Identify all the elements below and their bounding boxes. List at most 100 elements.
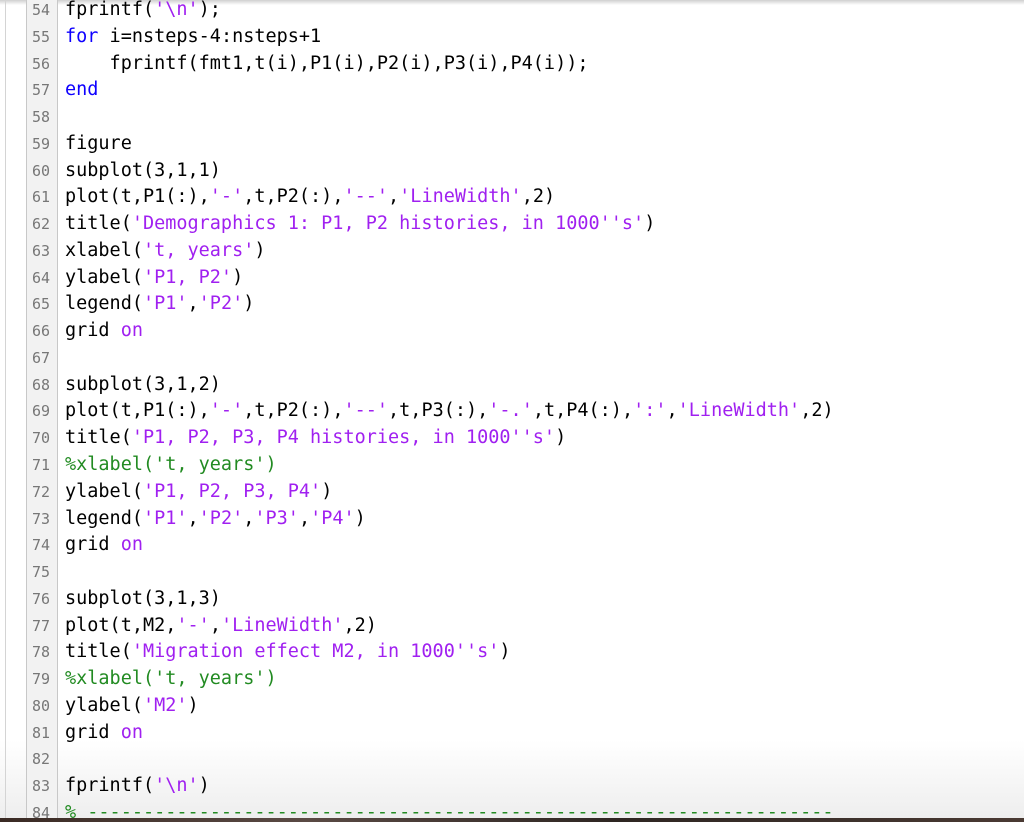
string-token: '-.' [488,400,533,422]
code-line[interactable]: 83 fprintf('\n') [0,773,1024,800]
code-line[interactable]: 63 xlabel('t, years') [0,238,1024,265]
code-line[interactable]: 79 %xlabel('t, years') [0,666,1024,693]
code-text[interactable]: subplot(3,1,2) [65,372,221,399]
code-text[interactable]: ylabel('M2') [65,693,199,720]
line-number: 62 [31,215,50,234]
code-text[interactable]: xlabel('t, years') [65,238,266,265]
code-token: figure [65,132,132,154]
line-number: 64 [31,268,50,287]
code-text[interactable]: grid on [65,532,143,559]
code-text[interactable]: fprintf('\n'); [65,0,221,24]
string-token: '\n' [154,0,199,20]
code-line[interactable]: 75 [0,559,1024,586]
code-token: , [187,293,199,315]
code-text[interactable]: fprintf('\n') [65,773,210,800]
code-token: ylabel( [65,266,143,288]
string-token: 'P3' [254,507,299,529]
code-text[interactable]: % --------------------------------------… [65,800,834,827]
code-token: ylabel( [65,480,143,502]
code-line[interactable]: 56 fprintf(fmt1,t(i),P1(i),P2(i),P3(i),P… [0,51,1024,78]
code-line[interactable]: 82 [0,746,1024,773]
code-token: ylabel( [65,694,143,716]
code-token: ) [644,213,656,235]
code-text[interactable]: for i=nsteps-4:nsteps+1 [65,24,321,51]
code-token: ) [321,480,333,502]
code-line[interactable]: 57 end [0,77,1024,104]
code-line[interactable]: 54 fprintf('\n'); [0,0,1024,24]
string-token: 'P1, P2' [142,266,233,288]
code-line[interactable]: 77 plot(t,M2,'-','LineWidth',2) [0,613,1024,640]
code-line[interactable]: 59 figure [0,131,1024,158]
code-token: grid [65,721,121,743]
code-text[interactable]: legend('P1','P2','P3','P4') [65,506,366,533]
code-token: ,2) [521,186,556,208]
code-token: subplot(3,1,1) [65,159,221,181]
code-text[interactable]: end [65,77,98,104]
code-text[interactable]: subplot(3,1,1) [65,158,221,185]
code-line[interactable]: 55 for i=nsteps-4:nsteps+1 [0,24,1024,51]
code-text[interactable]: subplot(3,1,3) [65,586,221,613]
code-text[interactable]: fprintf(fmt1,t(i),P1(i),P2(i),P3(i),P4(i… [65,51,589,78]
code-line[interactable]: 66 grid on [0,318,1024,345]
code-text[interactable]: plot(t,P1(:),'-',t,P2(:),'--',t,P3(:),'-… [65,398,834,425]
code-lines[interactable]: 54 fprintf('\n'); 55 for i=nsteps-4:nsteps+… [0,0,1024,827]
string-token: 'LineWidth' [220,614,344,636]
code-editor[interactable]: 54 fprintf('\n'); 55 for i=nsteps-4:nsteps+… [0,0,1024,823]
code-token: title( [65,427,132,449]
code-line[interactable]: 84 % ------------------------------------… [0,800,1024,827]
code-token: ) [499,641,511,663]
line-number: 70 [31,429,50,448]
string-token: 'P1, P2, P3, P4' [142,480,322,502]
code-line[interactable]: 68 subplot(3,1,2) [0,372,1024,399]
code-line[interactable]: 78 title('Migration effect M2, in 1000''s… [0,639,1024,666]
code-line[interactable]: 60 subplot(3,1,1) [0,158,1024,185]
code-token: , [187,507,199,529]
code-line[interactable]: 70 title('P1, P2, P3, P4 histories, in 10… [0,425,1024,452]
code-line[interactable]: 80 ylabel('M2') [0,693,1024,720]
code-token: fprintf( [65,0,155,20]
string-token: on [120,721,143,743]
code-line[interactable]: 73 legend('P1','P2','P3','P4') [0,506,1024,533]
code-token: ) [243,293,255,315]
code-line[interactable]: 67 [0,345,1024,372]
line-number: 60 [31,161,50,180]
code-line[interactable]: 81 grid on [0,720,1024,747]
line-number: 55 [31,27,50,46]
string-token: 'M2' [142,694,188,716]
code-text[interactable]: grid on [65,720,143,747]
line-number: 56 [31,54,50,73]
code-token: ); [198,0,221,20]
string-token: '-' [176,614,210,636]
code-token: subplot(3,1,2) [65,373,221,395]
code-line[interactable]: 69 plot(t,P1(:),'-',t,P2(:),'--',t,P3(:),… [0,398,1024,425]
code-token: , [298,507,311,529]
code-line[interactable]: 64 ylabel('P1, P2') [0,265,1024,292]
code-text[interactable]: ylabel('P1, P2') [65,265,243,292]
code-line[interactable]: 72 ylabel('P1, P2, P3, P4') [0,479,1024,506]
line-number: 84 [31,803,50,822]
code-text[interactable]: title('Migration effect M2, in 1000''s') [65,639,511,666]
code-text[interactable]: title('P1, P2, P3, P4 histories, in 1000… [65,425,566,452]
code-text[interactable]: legend('P1','P2') [65,291,254,318]
line-number: 78 [31,643,50,662]
code-line[interactable]: 74 grid on [0,532,1024,559]
code-text[interactable]: plot(t,P1(:),'-',t,P2(:),'--','LineWidth… [65,184,555,211]
code-line[interactable]: 62 title('Demographics 1: P1, P2 historie… [0,211,1024,238]
code-text[interactable]: grid on [65,318,143,345]
code-token: xlabel( [65,239,143,261]
string-token: '-' [209,400,244,422]
code-line[interactable]: 58 [0,104,1024,131]
code-line[interactable]: 65 legend('P1','P2') [0,291,1024,318]
code-text[interactable]: %xlabel('t, years') [65,452,277,479]
code-line[interactable]: 71 %xlabel('t, years') [0,452,1024,479]
string-token: 'LineWidth' [677,400,801,422]
code-text[interactable]: ylabel('P1, P2, P3, P4') [65,479,332,506]
code-text[interactable]: figure [65,131,132,158]
line-number: 68 [31,375,50,394]
code-token: , [388,186,400,208]
code-line[interactable]: 76 subplot(3,1,3) [0,586,1024,613]
code-text[interactable]: %xlabel('t, years') [65,666,277,693]
code-text[interactable]: title('Demographics 1: P1, P2 histories,… [65,211,655,238]
code-text[interactable]: plot(t,M2,'-','LineWidth',2) [65,613,377,640]
code-line[interactable]: 61 plot(t,P1(:),'-',t,P2(:),'--','LineWid… [0,184,1024,211]
